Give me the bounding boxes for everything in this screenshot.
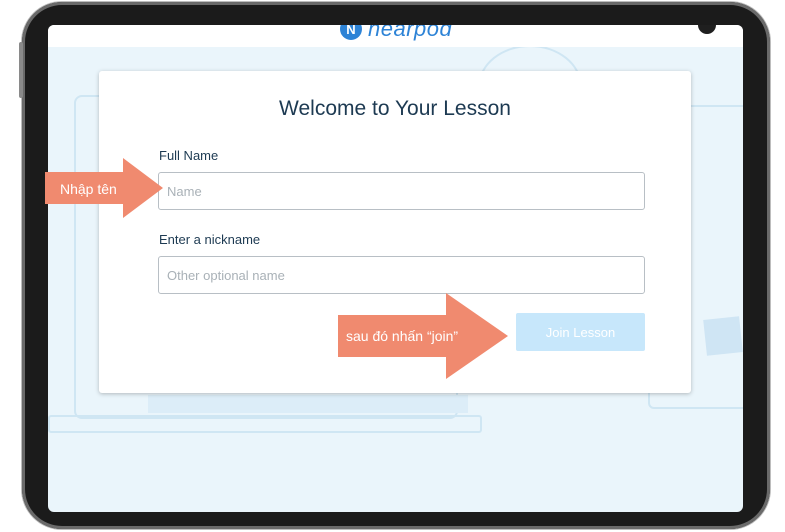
bg-desk-line bbox=[48, 415, 482, 433]
full-name-label: Full Name bbox=[159, 148, 219, 163]
bg-laptop-stripe bbox=[148, 395, 468, 413]
nickname-input[interactable] bbox=[158, 256, 645, 294]
top-bar: N nearpod bbox=[48, 25, 743, 47]
page-title: Welcome to Your Lesson bbox=[279, 97, 511, 120]
screen: N nearpod Welcome to Your Lesson Full Na… bbox=[48, 25, 743, 512]
close-button[interactable] bbox=[698, 25, 716, 34]
nickname-label: Enter a nickname bbox=[159, 232, 261, 247]
join-lesson-button[interactable]: Join Lesson bbox=[516, 313, 645, 351]
tablet-side-button bbox=[19, 42, 23, 98]
nearpod-logo: N nearpod bbox=[340, 25, 452, 41]
enter-name-annotation: Nhập tên bbox=[60, 181, 117, 197]
full-name-input[interactable] bbox=[158, 172, 645, 210]
join-annotation: sau đó nhấn “join” bbox=[346, 328, 459, 344]
nearpod-logo-icon: N bbox=[340, 25, 362, 40]
nearpod-logo-text: nearpod bbox=[368, 25, 453, 41]
bg-sticky-note bbox=[703, 316, 743, 356]
